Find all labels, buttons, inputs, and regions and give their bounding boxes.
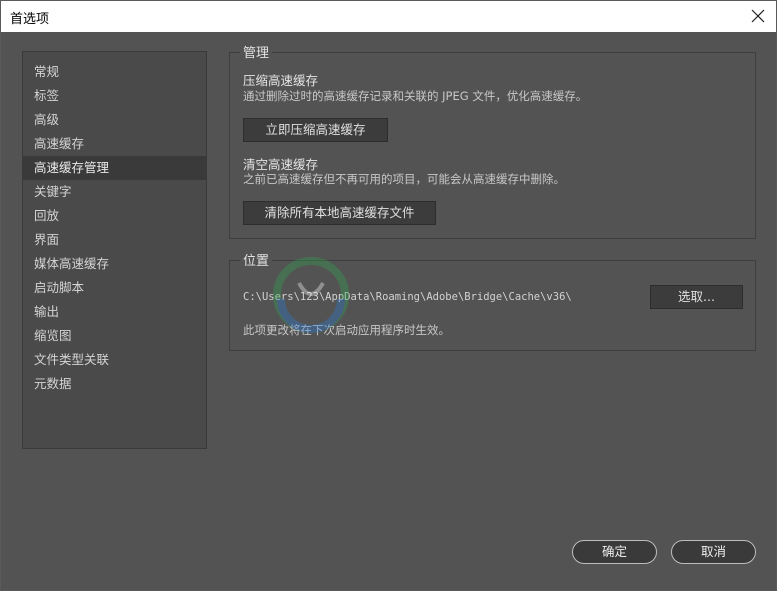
watermark-logo-icon	[273, 257, 349, 333]
window-title: 首选项	[10, 12, 50, 27]
sidebar-item-labels[interactable]: 标签	[23, 84, 206, 108]
purge-cache-description: 之前已高速缓存但不再可用的项目，可能会从高速缓存中删除。	[243, 172, 565, 186]
title-bar: 首选项	[1, 1, 776, 32]
sidebar-item-cache-management[interactable]: 高速缓存管理	[23, 156, 206, 180]
purge-all-local-cache-button[interactable]: 清除所有本地高速缓存文件	[243, 201, 436, 225]
location-group-title: 位置	[240, 250, 273, 269]
ok-button[interactable]: 确定	[572, 540, 657, 564]
sidebar-item-interface[interactable]: 界面	[23, 228, 206, 252]
manage-group-title: 管理	[240, 42, 273, 61]
sidebar-item-advanced[interactable]: 高级	[23, 108, 206, 132]
sidebar-item-cache[interactable]: 高速缓存	[23, 132, 206, 156]
choose-location-button[interactable]: 选取...	[650, 285, 743, 309]
sidebar-item-thumbnails[interactable]: 缩览图	[23, 324, 206, 348]
preferences-window: 首选项 常规 标签 高级 高速缓存 高速缓存管理 关键字 回放 界面 媒体高速缓…	[0, 0, 777, 591]
sidebar-item-metadata[interactable]: 元数据	[23, 372, 206, 396]
compact-cache-heading: 压缩高速缓存	[243, 73, 319, 88]
compact-cache-now-button[interactable]: 立即压缩高速缓存	[243, 118, 388, 142]
dialog-body: 常规 标签 高级 高速缓存 高速缓存管理 关键字 回放 界面 媒体高速缓存 启动…	[1, 32, 776, 590]
sidebar-item-startup-scripts[interactable]: 启动脚本	[23, 276, 206, 300]
preferences-sidebar: 常规 标签 高级 高速缓存 高速缓存管理 关键字 回放 界面 媒体高速缓存 启动…	[22, 51, 207, 449]
sidebar-item-output[interactable]: 输出	[23, 300, 206, 324]
compact-cache-description: 通过删除过时的高速缓存记录和关联的 JPEG 文件，优化高速缓存。	[243, 89, 588, 103]
sidebar-item-media-cache[interactable]: 媒体高速缓存	[23, 252, 206, 276]
sidebar-item-keywords[interactable]: 关键字	[23, 180, 206, 204]
sidebar-item-file-type-associations[interactable]: 文件类型关联	[23, 348, 206, 372]
close-button[interactable]	[746, 4, 770, 28]
sidebar-item-general[interactable]: 常规	[23, 60, 206, 84]
sidebar-item-playback[interactable]: 回放	[23, 204, 206, 228]
close-icon	[751, 9, 765, 23]
cancel-button[interactable]: 取消	[671, 540, 756, 564]
manage-group: 管理 压缩高速缓存 通过删除过时的高速缓存记录和关联的 JPEG 文件，优化高速…	[229, 42, 756, 239]
